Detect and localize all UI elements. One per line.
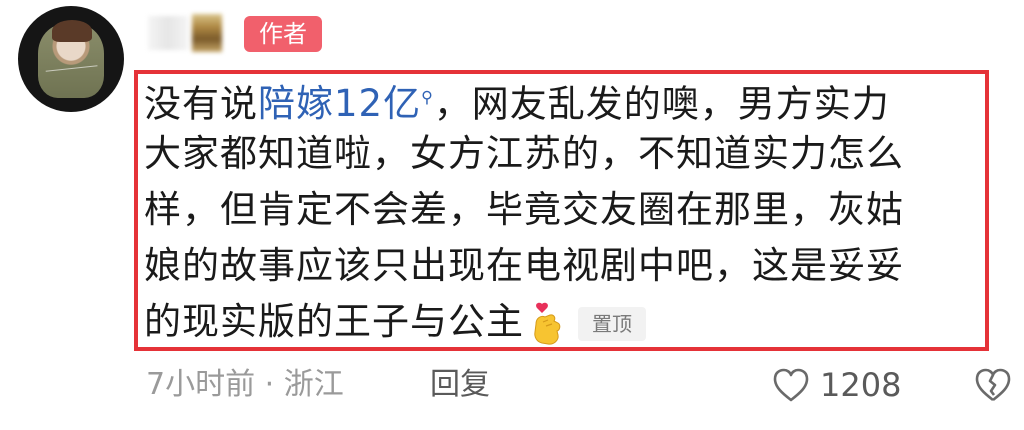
comment-line: 娘的故事应该只出现在电视剧中吧，这是妥妥 xyxy=(144,244,904,287)
comment-text-segment: 没有说 xyxy=(144,82,258,126)
search-icon: ⚲ xyxy=(421,88,434,107)
avatar-hair xyxy=(52,20,92,42)
like-count: 1208 xyxy=(820,366,902,404)
heart-icon xyxy=(773,368,809,402)
dislike-button[interactable] xyxy=(974,366,1012,404)
finger-heart-emoji-icon xyxy=(530,302,564,346)
comment-line: 没有说陪嫁12亿⚲，网友乱发的噢，男方实力 xyxy=(144,70,989,126)
reply-button[interactable]: 回复 xyxy=(430,363,490,407)
comment-line: 样，但肯定不会差，毕竟交友圈在那里，灰姑 xyxy=(144,188,904,231)
like-button[interactable]: 1208 xyxy=(772,363,901,407)
comment-line: 的现实版的王子与公主 置顶 xyxy=(144,294,989,350)
comment-text-segment: ，网友乱发的噢，男方实力 xyxy=(433,82,890,126)
comment-line: 大家都知道啦，女方江苏的，不知道实力怎么 xyxy=(144,132,904,175)
broken-heart-icon xyxy=(975,368,1011,402)
pinned-badge: 置顶 xyxy=(578,306,646,341)
author-badge: 作者 xyxy=(244,16,322,52)
avatar[interactable] xyxy=(18,6,124,112)
username-blur-part xyxy=(192,14,222,52)
comment-text-segment: 的现实版的王子与公主 xyxy=(144,300,524,343)
search-link[interactable]: 陪嫁12亿⚲ xyxy=(258,82,434,125)
comment-time-location: 7小时前 · 浙江 xyxy=(146,367,344,402)
username-blur-part xyxy=(148,16,188,50)
username-blurred[interactable] xyxy=(148,12,230,54)
search-link-label: 陪嫁12亿 xyxy=(258,82,422,126)
comment-text[interactable]: 没有说陪嫁12亿⚲，网友乱发的噢，男方实力 大家都知道啦，女方江苏的，不知道实力… xyxy=(144,70,989,350)
